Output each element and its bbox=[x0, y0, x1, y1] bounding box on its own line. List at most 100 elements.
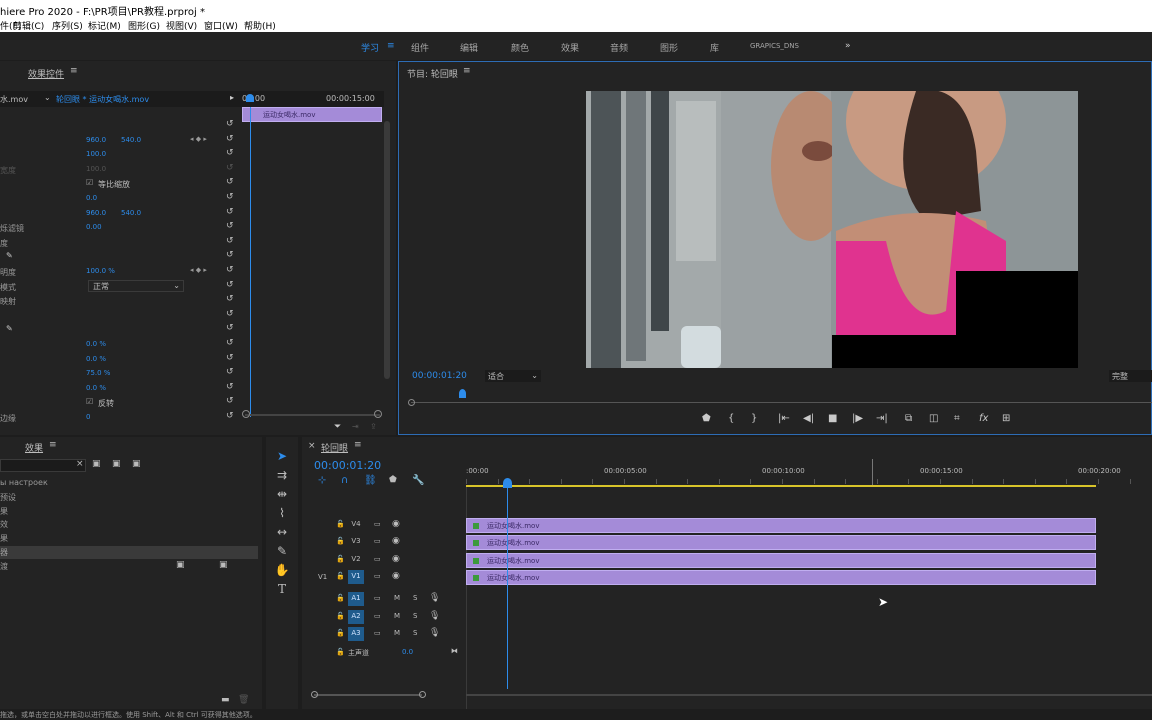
ec-value[interactable]: 0.0 bbox=[86, 194, 97, 202]
ec-value[interactable]: 0.0 % bbox=[86, 384, 106, 392]
microphone-icon[interactable]: 🎙 bbox=[429, 593, 440, 603]
menu-graphics[interactable]: 图形(G) bbox=[128, 19, 160, 32]
hand-tool-icon[interactable]: ✋ bbox=[271, 563, 293, 581]
accelerated-effects-icon[interactable]: ▣ bbox=[92, 459, 101, 469]
reset-icon[interactable]: ↺ bbox=[226, 221, 234, 231]
effects-list-item[interactable]: 果 bbox=[0, 505, 258, 518]
go-to-end-icon[interactable]: ⧓ bbox=[451, 647, 458, 655]
effects-tab[interactable]: 效果 bbox=[25, 441, 43, 454]
track-lock-icon[interactable]: 🔓 bbox=[336, 572, 345, 580]
timeline-ruler[interactable]: :00:00 00:00:05:00 00:00:10:00 00:00:15:00 0… bbox=[466, 459, 1152, 487]
effects-menu-icon[interactable]: ≡ bbox=[49, 440, 57, 450]
go-to-in-icon[interactable]: |⇤ bbox=[778, 413, 790, 424]
program-scrubber[interactable] bbox=[411, 402, 1152, 403]
ec-value-2[interactable]: 540.0 bbox=[121, 209, 141, 217]
effects-list-item[interactable]: 果 bbox=[0, 532, 258, 545]
menu-clip[interactable]: 剪辑(C) bbox=[13, 19, 44, 32]
nest-toggle-icon[interactable]: ⊹ bbox=[318, 475, 326, 486]
eye-icon[interactable]: ◉ bbox=[392, 519, 400, 529]
reset-icon[interactable]: ↺ bbox=[226, 382, 234, 392]
comparison-view-icon[interactable]: ◫ bbox=[929, 413, 938, 424]
safe-margins-icon[interactable]: ⊞ bbox=[1002, 413, 1010, 424]
microphone-icon[interactable]: 🎙 bbox=[429, 628, 440, 638]
reset-icon[interactable]: ↺ bbox=[226, 207, 234, 217]
workspace-menu-icon[interactable]: ≡ bbox=[387, 41, 395, 51]
mask-pen-icon[interactable]: ✎ bbox=[6, 251, 13, 260]
workspace-assembly[interactable]: 组件 bbox=[411, 41, 429, 54]
selection-tool-icon[interactable]: ➤ bbox=[271, 449, 293, 467]
add-marker-icon[interactable]: ⬟ bbox=[389, 475, 397, 485]
ec-value[interactable]: 0.0 % bbox=[86, 355, 106, 363]
ec-clip-name[interactable]: 轮回眼 * 运动女喝水.mov bbox=[56, 94, 149, 105]
track-target-v3[interactable]: V3 bbox=[348, 535, 364, 549]
track-target-v1[interactable]: V1 bbox=[348, 569, 364, 584]
ec-playhead-handle[interactable] bbox=[246, 94, 254, 102]
ec-source-name[interactable]: 水.mov bbox=[0, 94, 28, 105]
keyframe-nav-icon[interactable]: ◂ ◆ ▸ bbox=[190, 135, 207, 143]
delete-icon[interactable]: 🗑 bbox=[238, 695, 249, 705]
sync-lock-icon[interactable]: ▭ bbox=[374, 612, 381, 620]
reset-icon[interactable]: ↺ bbox=[226, 367, 234, 377]
effects-list-item[interactable]: 预设 bbox=[0, 491, 258, 504]
timeline-zoom-left[interactable] bbox=[311, 691, 318, 698]
share-icon[interactable]: ⇪ bbox=[370, 422, 377, 431]
video-clip[interactable]: 运动女喝水.mov bbox=[466, 569, 1096, 585]
blend-mode-select[interactable]: 正常 ⌄ bbox=[88, 279, 184, 292]
program-timecode[interactable]: 00:00:01:20 bbox=[412, 371, 467, 381]
video-clip[interactable]: 运动女喝水.mov bbox=[466, 552, 1096, 568]
chevron-down-icon[interactable]: ⌄ bbox=[44, 93, 51, 102]
track-lock-icon[interactable]: 🔓 bbox=[336, 629, 345, 637]
reset-icon[interactable]: ↺ bbox=[226, 119, 234, 129]
reset-icon[interactable]: ↺ bbox=[226, 338, 234, 348]
ec-time-ruler[interactable]: 00:00 00:00:15:00 bbox=[240, 91, 384, 107]
ec-value[interactable]: 100.0 bbox=[86, 150, 106, 158]
ec-zoom-bar[interactable] bbox=[245, 414, 380, 416]
menu-sequence[interactable]: 序列(S) bbox=[52, 19, 83, 32]
panel-menu-icon[interactable]: ≡ bbox=[70, 66, 78, 76]
eye-icon[interactable]: ◉ bbox=[392, 571, 400, 581]
filter-icon[interactable]: ⏷ bbox=[334, 422, 341, 432]
quality-select[interactable]: 完整 bbox=[1109, 370, 1152, 382]
sequence-tab[interactable]: 轮回眼 bbox=[321, 441, 348, 454]
snap-icon[interactable]: ∩ bbox=[341, 475, 348, 486]
solo-button[interactable]: S bbox=[413, 594, 417, 602]
work-area-bar[interactable] bbox=[466, 485, 1096, 487]
workspace-learning[interactable]: 学习 bbox=[361, 41, 379, 54]
checkbox[interactable]: ☑ bbox=[86, 397, 93, 406]
timeline-zoom-bar[interactable] bbox=[314, 694, 422, 696]
sync-lock-icon[interactable]: ▭ bbox=[374, 537, 381, 545]
effect-controls-tab[interactable]: 效果控件 bbox=[28, 67, 64, 80]
video-frame[interactable] bbox=[586, 91, 1078, 368]
eye-icon[interactable]: ◉ bbox=[392, 554, 400, 564]
track-target-a1[interactable]: A1 bbox=[348, 592, 364, 607]
ec-value[interactable]: 100.0 bbox=[86, 165, 106, 173]
track-target-a3[interactable]: A3 bbox=[348, 626, 364, 641]
export-frame-icon[interactable]: ⧉ bbox=[905, 413, 912, 424]
slip-tool-icon[interactable]: ↔ bbox=[271, 525, 293, 543]
ec-value[interactable]: 960.0 bbox=[86, 209, 106, 217]
track-lock-icon[interactable]: 🔓 bbox=[336, 648, 345, 656]
solo-button[interactable]: S bbox=[413, 629, 417, 637]
workspace-color[interactable]: 颜色 bbox=[511, 41, 529, 54]
track-lock-icon[interactable]: 🔓 bbox=[336, 537, 345, 545]
effects-list-item[interactable]: ы настроек bbox=[0, 477, 258, 490]
track-target-v2[interactable]: V2 bbox=[348, 553, 364, 567]
reset-icon[interactable]: ↺ bbox=[226, 236, 234, 246]
linked-selection-icon[interactable]: ⛓ bbox=[364, 475, 377, 486]
sync-lock-icon[interactable]: ▭ bbox=[374, 555, 381, 563]
timeline-playhead-handle[interactable] bbox=[503, 478, 512, 488]
track-lock-icon[interactable]: 🔓 bbox=[336, 594, 345, 602]
keyframe-nav-icon[interactable]: ◂ ◆ ▸ bbox=[190, 266, 207, 274]
reset-icon[interactable]: ↺ bbox=[226, 411, 234, 421]
master-volume-value[interactable]: 0.0 bbox=[402, 648, 413, 656]
type-tool-icon[interactable]: T bbox=[271, 582, 293, 600]
program-zoom-handle[interactable] bbox=[408, 399, 415, 406]
reset-icon[interactable]: ↺ bbox=[226, 396, 234, 406]
stop-icon[interactable]: ■ bbox=[828, 413, 837, 424]
sync-lock-icon[interactable]: ▭ bbox=[374, 629, 381, 637]
fit-select[interactable]: 适合 ⌄ bbox=[485, 370, 541, 382]
32bit-effects-icon[interactable]: ▣ bbox=[112, 459, 121, 469]
workspace-grapics-dns[interactable]: GRAPICS_DNS bbox=[750, 42, 799, 50]
checkbox[interactable]: ☑ bbox=[86, 178, 93, 187]
clear-search-icon[interactable]: × bbox=[76, 459, 84, 469]
